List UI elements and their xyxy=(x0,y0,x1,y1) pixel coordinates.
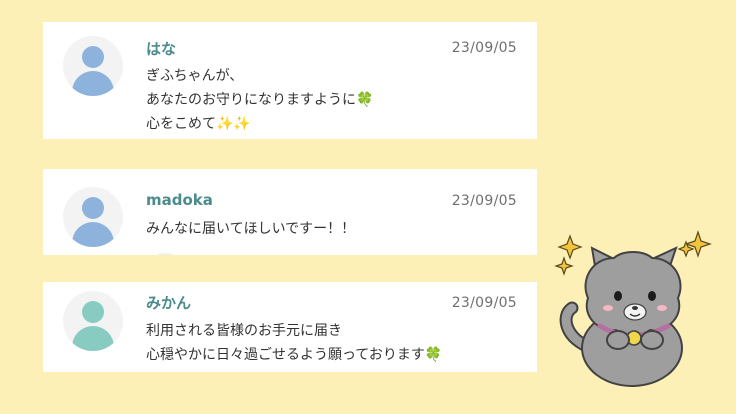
user-avatar xyxy=(63,36,123,96)
sparkle-icon xyxy=(557,234,583,260)
comment-date: 23/09/05 xyxy=(451,295,517,311)
sparkle-icon xyxy=(554,256,574,276)
comment-author: みかん xyxy=(146,294,192,312)
clover-icon: 🍀 xyxy=(424,347,443,363)
gray-cat-mascot-icon xyxy=(554,230,712,387)
comment-author: madoka xyxy=(146,191,213,209)
user-avatar xyxy=(63,187,123,247)
avatar-body-shape xyxy=(72,326,114,351)
comment-card: みかん 23/09/05 利用される皆様のお手元に届き 心穏やかに日々過ごせるよ… xyxy=(43,282,537,372)
next-avatar-peek xyxy=(151,253,179,255)
comment-line: ぎふちゃんが、 xyxy=(146,68,244,84)
clover-icon: 🍀 xyxy=(356,92,374,108)
avatar-head-shape xyxy=(82,301,104,323)
comment-author: はな xyxy=(146,40,177,58)
avatar-body-shape xyxy=(72,222,114,247)
comment-line: みんなに届いてほしいですー！！ xyxy=(146,221,356,237)
avatar-head-shape xyxy=(82,197,104,219)
comment-date: 23/09/05 xyxy=(451,40,517,56)
comment-line: 心穏やかに日々過ごせるよう願っております🍀 xyxy=(146,347,443,363)
comment-body: みんなに届いてほしいですー！！ xyxy=(146,217,355,241)
comment-line: 心をこめて✨✨ xyxy=(146,116,251,132)
comment-line: 利用される皆様のお手元に届き xyxy=(146,323,342,339)
avatar-head-shape xyxy=(82,46,104,68)
avatar-body-shape xyxy=(72,71,114,96)
user-avatar xyxy=(63,291,123,351)
comment-body: 利用される皆様のお手元に届き 心穏やかに日々過ごせるよう願っております🍀 xyxy=(146,319,442,367)
comment-date: 23/09/05 xyxy=(451,193,517,209)
sparkle-icon xyxy=(684,230,712,258)
comment-body: ぎふちゃんが、 あなたのお守りになりますように🍀 心をこめて✨✨ xyxy=(146,64,373,136)
sparkles-icon: ✨✨ xyxy=(216,116,251,132)
comment-card: madoka 23/09/05 みんなに届いてほしいですー！！ xyxy=(43,169,537,255)
comment-line: あなたのお守りになりますように🍀 xyxy=(146,92,374,108)
comment-card: はな 23/09/05 ぎふちゃんが、 あなたのお守りになりますように🍀 心をこ… xyxy=(43,22,537,139)
